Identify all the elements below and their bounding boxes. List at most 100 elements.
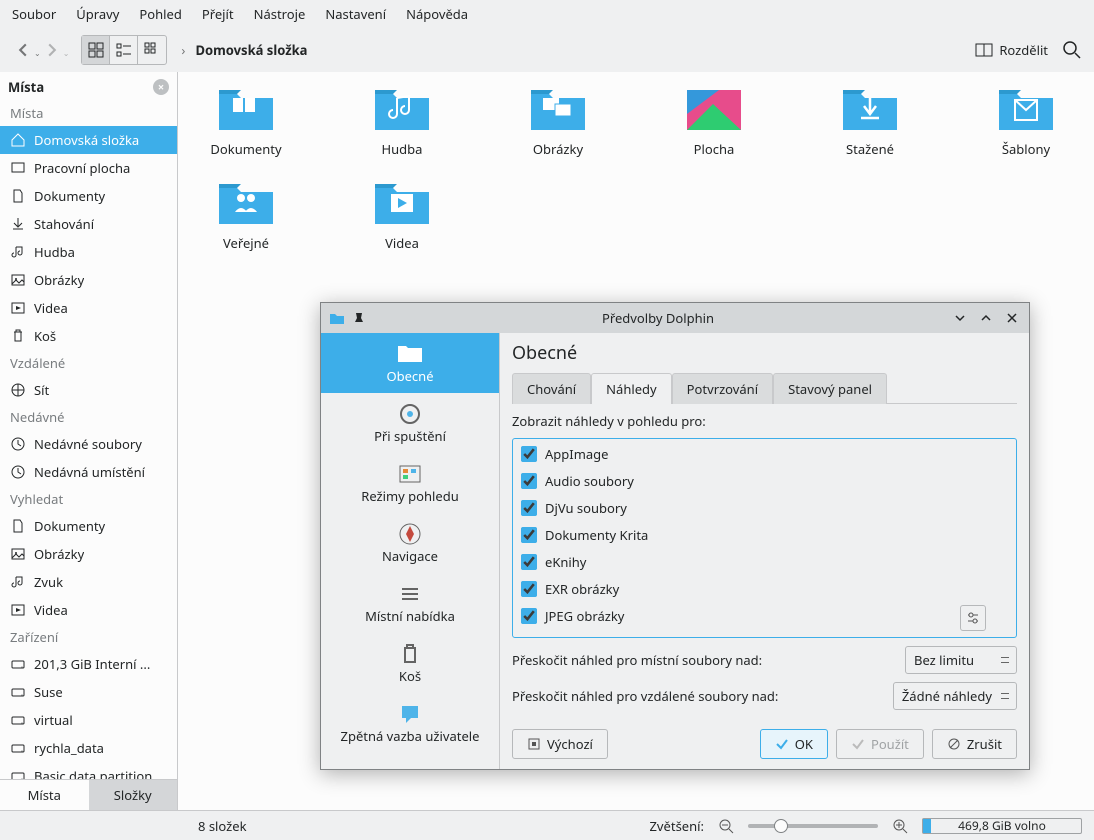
tab-previews[interactable]: Náhledy — [591, 373, 672, 404]
folder-icon — [215, 178, 277, 228]
preview-checkbox[interactable] — [521, 500, 537, 516]
menu-tools[interactable]: Nástroje — [254, 5, 306, 23]
menu-settings[interactable]: Nastavení — [325, 5, 386, 23]
sidebar-item[interactable]: Koš — [0, 322, 177, 350]
sidebar-item[interactable]: Hudba — [0, 238, 177, 266]
forward-button[interactable] — [41, 39, 63, 61]
back-history-icon[interactable]: ⌄ — [34, 48, 41, 59]
dialog-titlebar[interactable]: Předvolby Dolphin — [321, 303, 1029, 333]
forward-history-icon[interactable]: ⌄ — [63, 48, 70, 59]
view-icons-button[interactable] — [82, 36, 110, 64]
cancel-icon — [947, 737, 961, 751]
cancel-button[interactable]: Zrušit — [932, 729, 1017, 759]
split-button[interactable]: Rozdělit — [975, 41, 1048, 59]
folder-item[interactable]: Hudba — [354, 84, 450, 158]
sidebar-item[interactable]: rychla_data — [0, 734, 177, 762]
skip-local-combo[interactable]: Bez limitu — [905, 646, 1017, 674]
preview-checkbox[interactable] — [521, 581, 537, 597]
place-icon — [10, 574, 26, 590]
folder-item[interactable]: Obrázky — [510, 84, 606, 158]
maximize-button[interactable] — [977, 309, 995, 327]
preview-checkbox[interactable] — [521, 473, 537, 489]
sidebar-close-button[interactable]: × — [153, 79, 169, 95]
preview-checklist[interactable]: AppImage Audio soubory DjVu soubory Dokumen… — [512, 438, 1017, 638]
zoom-slider[interactable] — [748, 824, 878, 828]
preview-check-item[interactable]: DjVu soubory — [521, 499, 1008, 517]
breadcrumb-current: Domovská složka — [195, 41, 307, 59]
pin-icon[interactable] — [353, 312, 365, 324]
sidebar-item[interactable]: Basic data partition — [0, 762, 177, 779]
menu-edit[interactable]: Úpravy — [76, 5, 119, 23]
tab-behavior[interactable]: Chování — [512, 373, 591, 404]
sidebar-item[interactable]: Dokumenty — [0, 182, 177, 210]
preview-check-item[interactable]: Audio soubory — [521, 472, 1008, 490]
sidebar-item[interactable]: Síť — [0, 376, 177, 404]
preview-check-item[interactable]: EXR obrázky — [521, 580, 1008, 598]
category-item[interactable]: Obecné — [321, 333, 499, 393]
menu-help[interactable]: Nápověda — [406, 5, 468, 23]
breadcrumb-arrow-icon: › — [181, 41, 185, 59]
sidebar-item-label: Pracovní plocha — [34, 159, 130, 177]
sidebar-tab-folders[interactable]: Složky — [89, 780, 178, 810]
category-item[interactable]: Při spuštění — [321, 393, 499, 453]
sidebar-item[interactable]: Dokumenty — [0, 512, 177, 540]
breadcrumb[interactable]: › Domovská složka — [181, 41, 307, 59]
folder-item[interactable]: Veřejné — [198, 178, 294, 252]
minimize-button[interactable] — [951, 309, 969, 327]
category-icon — [396, 702, 424, 726]
category-item[interactable]: Navigace — [321, 513, 499, 573]
preview-check-item[interactable]: eKnihy — [521, 553, 1008, 571]
category-icon — [396, 642, 424, 666]
menu-go[interactable]: Přejít — [202, 5, 234, 23]
folder-item[interactable]: Šablony — [978, 84, 1074, 158]
sidebar-item[interactable]: Videa — [0, 294, 177, 322]
preview-check-item[interactable]: Dokumenty Krita — [521, 526, 1008, 544]
ok-button[interactable]: OK — [760, 729, 828, 759]
category-item[interactable]: Režimy pohledu — [321, 453, 499, 513]
zoom-in-icon[interactable] — [892, 818, 908, 834]
folder-item[interactable]: Stažené — [822, 84, 918, 158]
preview-checkbox[interactable] — [521, 527, 537, 543]
search-button[interactable] — [1062, 40, 1082, 60]
close-button[interactable] — [1003, 309, 1021, 327]
category-item[interactable]: Zpětná vazba uživatele — [321, 693, 499, 753]
sidebar-item[interactable]: Domovská složka — [0, 126, 177, 154]
sidebar-item[interactable]: Stahování — [0, 210, 177, 238]
sidebar-item[interactable]: virtual — [0, 706, 177, 734]
folder-item[interactable]: Dokumenty — [198, 84, 294, 158]
search-icon — [1062, 40, 1082, 60]
sidebar-item[interactable]: Videa — [0, 596, 177, 624]
sidebar-item[interactable]: Nedávné soubory — [0, 430, 177, 458]
preview-check-item[interactable]: JPEG obrázky — [521, 607, 1008, 625]
zoom-out-icon[interactable] — [718, 818, 734, 834]
view-compact-button[interactable] — [110, 36, 138, 64]
sidebar-item[interactable]: Obrázky — [0, 540, 177, 568]
sidebar-item-label: Zvuk — [34, 573, 63, 591]
menu-view[interactable]: Pohled — [139, 5, 181, 23]
menu-file[interactable]: Soubor — [12, 5, 56, 23]
sidebar-item[interactable]: Pracovní plocha — [0, 154, 177, 182]
sidebar-item[interactable]: Obrázky — [0, 266, 177, 294]
apply-button[interactable]: Použít — [836, 729, 924, 759]
tab-status[interactable]: Stavový panel — [773, 373, 887, 404]
back-button[interactable] — [12, 39, 34, 61]
sidebar-item[interactable]: Suse — [0, 678, 177, 706]
sidebar-item[interactable]: Zvuk — [0, 568, 177, 596]
preview-checkbox[interactable] — [521, 446, 537, 462]
skip-remote-combo[interactable]: Žádné náhledy — [893, 682, 1017, 710]
tab-confirm[interactable]: Potvrzování — [672, 373, 773, 404]
sidebar-tab-places[interactable]: Místa — [0, 780, 89, 810]
defaults-button[interactable]: Výchozí — [512, 729, 608, 759]
sidebar-item[interactable]: 201,3 GiB Interní ... — [0, 650, 177, 678]
sidebar-item[interactable]: Nedávná umístění — [0, 458, 177, 486]
folder-item[interactable]: Videa — [354, 178, 450, 252]
category-item[interactable]: Místní nabídka — [321, 573, 499, 633]
category-item[interactable]: Koš — [321, 633, 499, 693]
preview-check-item[interactable]: AppImage — [521, 445, 1008, 463]
ok-label: OK — [795, 735, 813, 753]
view-details-button[interactable] — [138, 36, 166, 64]
configure-plugin-button[interactable] — [960, 605, 986, 631]
preview-checkbox[interactable] — [521, 608, 537, 624]
folder-item[interactable]: Plocha — [666, 84, 762, 158]
preview-checkbox[interactable] — [521, 554, 537, 570]
